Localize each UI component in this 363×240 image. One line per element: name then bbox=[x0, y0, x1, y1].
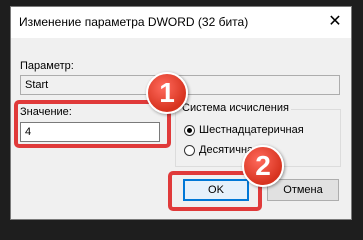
title-bar: Изменение параметра DWORD (32 бита) ✕ bbox=[11, 7, 351, 38]
cancel-button[interactable]: Отмена bbox=[267, 179, 339, 201]
radio-decimal-button[interactable] bbox=[184, 144, 195, 156]
parameter-label: Параметр: bbox=[20, 60, 74, 72]
close-icon[interactable]: ✕ bbox=[325, 12, 345, 32]
step-badge-1: 1 bbox=[146, 72, 188, 114]
base-group-legend: Система исчисления bbox=[180, 102, 291, 114]
radio-hex-button[interactable] bbox=[184, 124, 195, 136]
highlight-value-field bbox=[14, 100, 171, 148]
radio-hex[interactable]: Шестнадцатеричная bbox=[184, 124, 304, 136]
step-badge-2: 2 bbox=[242, 145, 284, 187]
dialog-title: Изменение параметра DWORD (32 бита) bbox=[19, 15, 249, 29]
radio-hex-label: Шестнадцатеричная bbox=[199, 124, 304, 136]
